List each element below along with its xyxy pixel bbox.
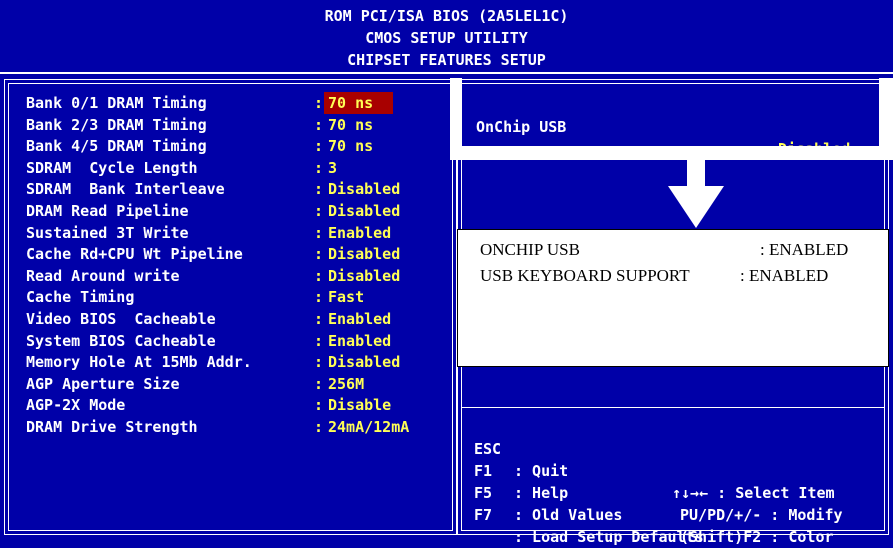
setting-row[interactable]: Sustained 3T Write: Enabled xyxy=(26,222,446,244)
arrow-down-icon xyxy=(668,186,724,228)
setting-label: Read Around write xyxy=(26,266,180,285)
callout-value: : ENABLED xyxy=(740,266,829,285)
f5-key-desc: : Old Values xyxy=(514,506,623,524)
setting-colon: : xyxy=(314,310,324,328)
arrow-keys-hint: ↑↓→← : Select Item xyxy=(672,484,835,502)
f1-key-desc: : Help xyxy=(514,484,569,502)
setting-label: System BIOS Cacheable xyxy=(26,331,216,350)
setting-row[interactable]: Bank 2/3 DRAM Timing:70 ns xyxy=(26,114,446,136)
arrow-down-icon-shaft xyxy=(687,160,705,188)
setting-value[interactable]: Disabled xyxy=(328,265,400,287)
setting-colon: : xyxy=(314,202,324,220)
callout-label: USB KEYBOARD SUPPORT xyxy=(480,266,690,285)
setting-row[interactable]: Bank 4/5 DRAM Timing:70 ns xyxy=(26,135,446,157)
setting-row[interactable]: Video BIOS Cacheable: Enabled xyxy=(26,308,446,330)
f7-key-desc: : Load Setup Defaults xyxy=(514,528,704,546)
callout-label: ONCHIP USB xyxy=(480,240,580,259)
setting-value[interactable]: Enabled xyxy=(328,308,391,330)
callout-box: ONCHIP USB : ENABLED USB KEYBOARD SUPPOR… xyxy=(457,229,889,367)
help-row-f5: F5 : Old Values (Shift)F2 : Color xyxy=(474,460,834,546)
setting-colon: : xyxy=(314,288,324,307)
setting-value[interactable]: Disabled xyxy=(328,243,400,265)
setting-value[interactable]: 256M xyxy=(328,373,364,395)
bios-title: ROM PCI/ISA BIOS (2A5LEL1C) xyxy=(324,7,569,25)
f7-key-label: F7 xyxy=(474,506,493,524)
setting-row[interactable]: SDRAM Cycle Length:3 xyxy=(26,157,446,179)
setting-row[interactable]: AGP-2X Mode: Disable xyxy=(26,394,446,416)
setting-label: SDRAM Cycle Length xyxy=(26,158,198,177)
page-title: CHIPSET FEATURES SETUP xyxy=(347,51,546,69)
setting-colon: : xyxy=(314,353,324,372)
setting-value[interactable]: Disabled xyxy=(328,351,400,373)
setting-colon: : xyxy=(314,331,324,350)
bios-header: ROM PCI/ISA BIOS (2A5LEL1C) CMOS SETUP U… xyxy=(0,0,893,74)
setting-label: Video BIOS Cacheable xyxy=(26,310,216,328)
setting-value-selected[interactable]: 70 ns xyxy=(324,92,394,114)
callout-bracket xyxy=(450,78,893,160)
help-row-f7: F7 : Load Setup Defaults xyxy=(474,482,704,546)
setting-label: Bank 2/3 DRAM Timing xyxy=(26,115,207,134)
setting-colon: : xyxy=(314,158,324,177)
setting-row[interactable]: DRAM Read Pipeline: Disabled xyxy=(26,200,446,222)
setting-label: AGP-2X Mode xyxy=(26,396,126,415)
setting-row[interactable]: DRAM Drive Strength:24mA/12mA xyxy=(26,416,446,438)
setting-row[interactable]: Memory Hole At 15Mb Addr.: Disabled xyxy=(26,351,446,373)
setting-value[interactable]: 24mA/12mA xyxy=(328,416,409,438)
setting-colon: : xyxy=(314,94,324,112)
setting-label: Memory Hole At 15Mb Addr. xyxy=(26,353,252,372)
setting-value[interactable]: 70 ns xyxy=(328,114,373,136)
setting-label: Cache Timing xyxy=(26,288,135,307)
modify-keys-hint: PU/PD/+/- : Modify xyxy=(680,506,843,524)
setting-row[interactable]: System BIOS Cacheable: Enabled xyxy=(26,330,446,352)
setting-value[interactable]: 70 ns xyxy=(328,135,373,157)
setting-label: DRAM Drive Strength xyxy=(26,418,198,436)
setting-label: AGP Aperture Size xyxy=(26,374,180,393)
setting-label: Bank 0/1 DRAM Timing xyxy=(26,94,207,112)
setting-label: Cache Rd+CPU Wt Pipeline xyxy=(26,245,243,264)
setting-value[interactable]: Enabled xyxy=(328,330,391,352)
setting-value[interactable]: Disabled xyxy=(328,200,400,222)
setting-colon: : xyxy=(314,137,324,156)
setting-value[interactable]: 3 xyxy=(328,157,337,179)
setting-colon: : xyxy=(314,266,324,285)
help-row-f1: F1 : Help PU/PD/+/- : Modify xyxy=(474,438,843,524)
setting-value[interactable]: Fast xyxy=(328,286,364,308)
esc-key-desc: : Quit xyxy=(514,462,569,480)
setting-colon: : xyxy=(314,115,324,134)
setting-value[interactable]: Disable xyxy=(328,394,391,416)
setting-label: Bank 4/5 DRAM Timing xyxy=(26,137,207,156)
setting-row[interactable]: Read Around write: Disabled xyxy=(26,265,446,287)
help-row-esc: ESC : Quit ↑↓→← : Select Item xyxy=(474,416,835,502)
setting-value[interactable]: Enabled xyxy=(328,222,391,244)
setting-colon: : xyxy=(314,418,324,436)
setting-row[interactable]: Cache Rd+CPU Wt Pipeline: Disabled xyxy=(26,243,446,265)
setting-colon: : xyxy=(314,374,324,393)
setting-colon: : xyxy=(314,245,324,264)
setting-label: Sustained 3T Write xyxy=(26,223,189,242)
setting-label: DRAM Read Pipeline xyxy=(26,202,189,220)
setting-colon: : xyxy=(314,180,324,199)
setting-row[interactable]: AGP Aperture Size:256M xyxy=(26,373,446,395)
setting-row[interactable]: SDRAM Bank Interleave: Disabled xyxy=(26,178,446,200)
setting-colon: : xyxy=(314,396,324,415)
help-divider xyxy=(461,407,885,408)
setting-row[interactable]: Cache Timing: Fast xyxy=(26,286,446,308)
setting-value[interactable]: Disabled xyxy=(328,178,400,200)
callout-value: : ENABLED xyxy=(760,240,849,259)
utility-title: CMOS SETUP UTILITY xyxy=(365,29,528,47)
setting-label: SDRAM Bank Interleave xyxy=(26,180,225,199)
setting-row[interactable]: Bank 0/1 DRAM Timing:70 ns xyxy=(26,92,446,114)
setting-colon: : xyxy=(314,223,324,242)
